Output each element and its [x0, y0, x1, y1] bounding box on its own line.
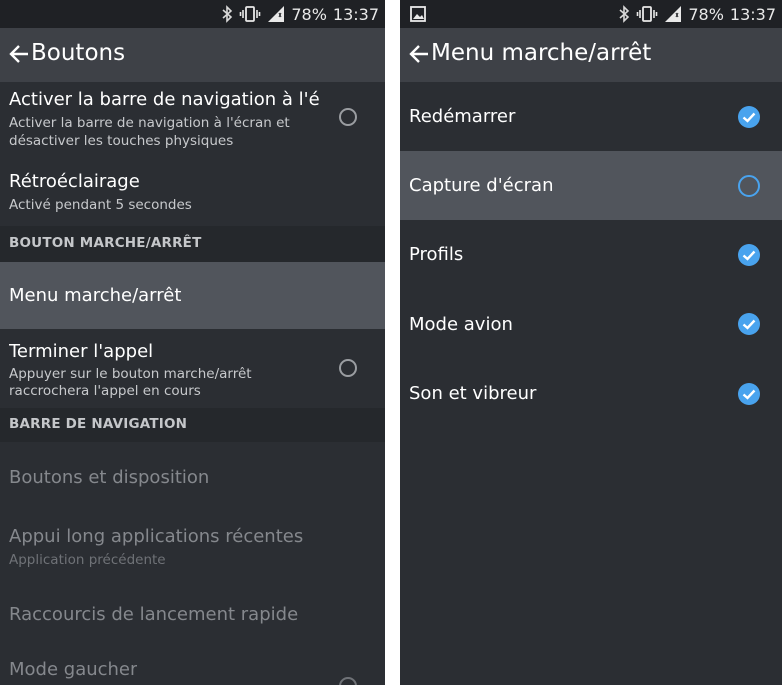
item-title: Terminer l'appel	[9, 341, 154, 362]
checked-icon[interactable]	[737, 105, 761, 129]
page-title: Menu marche/arrêt	[431, 40, 652, 66]
bluetooth-icon	[619, 5, 630, 23]
setting-buttons-layout[interactable]: Boutons et disposition	[0, 442, 385, 512]
item-title: Menu marche/arrêt	[9, 285, 182, 306]
battery-level: 78%	[291, 4, 327, 24]
setting-nav-bar[interactable]: Activer la barre de navigation à l'éc.. …	[0, 82, 385, 157]
right-screen: 78% 13:37 Menu marche/arrêt Redémarrer C…	[400, 0, 782, 685]
item-title: Rétroéclairage	[9, 171, 140, 192]
checked-icon[interactable]	[737, 243, 761, 267]
left-screen: 78% 13:37 Boutons Activer la barre de na…	[0, 0, 385, 685]
clock: 13:37	[332, 4, 379, 24]
signal-icon	[268, 6, 285, 22]
app-bar: Menu marche/arrêt	[400, 28, 782, 82]
battery-level: 78%	[688, 4, 724, 24]
setting-backlight[interactable]: Rétroéclairage Activé pendant 5 secondes	[0, 157, 385, 226]
app-bar: Boutons	[0, 28, 385, 82]
item-subtitle: Application précédente	[9, 552, 166, 568]
status-icons: 78% 13:37	[221, 0, 379, 28]
item-title: Raccourcis de lancement rapide	[9, 604, 299, 625]
signal-icon	[665, 6, 682, 22]
option-restart[interactable]: Redémarrer	[400, 82, 782, 151]
page-title: Boutons	[31, 40, 126, 66]
item-title: Appui long applications récentes	[9, 526, 304, 547]
item-subtitle-line1: Appuyer sur le bouton marche/arrêt	[9, 366, 252, 382]
status-icons: 78% 13:37	[618, 0, 776, 28]
item-subtitle-line1: Activer la barre de navigation à l'écran…	[9, 115, 290, 131]
item-title: Mode gaucher	[9, 659, 138, 680]
end-call-toggle[interactable]	[339, 359, 357, 377]
left-hand-toggle[interactable]	[339, 677, 357, 685]
setting-long-press-recents[interactable]: Appui long applications récentes Applica…	[0, 512, 385, 588]
back-arrow-icon[interactable]	[408, 43, 430, 65]
setting-left-hand-mode[interactable]: Mode gaucher	[0, 650, 385, 685]
checked-icon[interactable]	[737, 312, 761, 336]
section-header-power-button: BOUTON MARCHE/ARRÊT	[0, 226, 385, 262]
option-airplane-mode[interactable]: Mode avion	[400, 289, 782, 358]
item-title: Boutons et disposition	[9, 467, 210, 488]
option-label: Son et vibreur	[409, 383, 537, 404]
section-header-navigation-bar: BARRE DE NAVIGATION	[0, 408, 385, 442]
option-label: Capture d'écran	[409, 175, 554, 196]
option-sound-vibrate[interactable]: Son et vibreur	[400, 358, 782, 427]
item-subtitle: Activé pendant 5 secondes	[9, 197, 192, 213]
clock: 13:37	[729, 4, 776, 24]
option-label: Mode avion	[409, 314, 513, 335]
unchecked-icon[interactable]	[738, 175, 760, 197]
nav-bar-toggle[interactable]	[339, 108, 357, 126]
bluetooth-icon	[222, 5, 233, 23]
option-label: Profils	[409, 244, 464, 265]
setting-quick-launch[interactable]: Raccourcis de lancement rapide	[0, 588, 385, 650]
section-label: BARRE DE NAVIGATION	[9, 416, 188, 432]
item-subtitle-line2: désactiver les touches physiques	[9, 133, 234, 149]
item-subtitle-line2: raccrochera l'appel en cours	[9, 383, 201, 399]
section-label: BOUTON MARCHE/ARRÊT	[9, 235, 202, 251]
vibrate-icon	[240, 6, 261, 22]
status-bar: 78% 13:37	[0, 0, 385, 28]
back-arrow-icon[interactable]	[8, 43, 30, 65]
image-notification-icon	[410, 6, 426, 22]
status-bar: 78% 13:37	[400, 0, 782, 28]
setting-power-menu[interactable]: Menu marche/arrêt	[0, 262, 385, 329]
option-label: Redémarrer	[409, 106, 516, 127]
option-profiles[interactable]: Profils	[400, 220, 782, 289]
item-title: Activer la barre de navigation à l'éc..	[9, 89, 319, 110]
vibrate-icon	[637, 6, 658, 22]
setting-end-call[interactable]: Terminer l'appel Appuyer sur le bouton m…	[0, 329, 385, 408]
option-screenshot[interactable]: Capture d'écran	[400, 151, 782, 220]
checked-icon[interactable]	[737, 382, 761, 406]
